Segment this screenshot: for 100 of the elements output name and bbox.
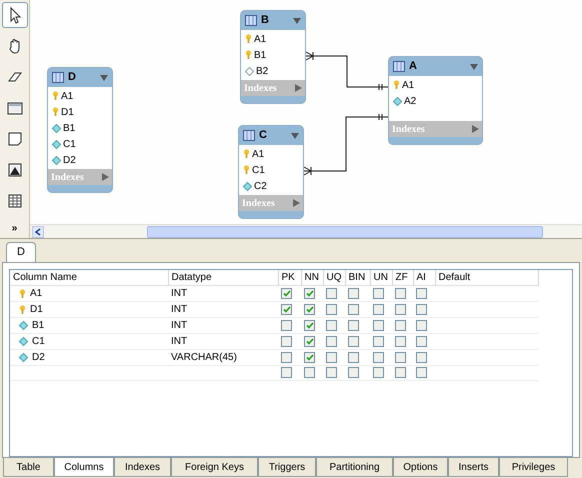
checkbox[interactable]: [281, 336, 292, 347]
table-cell[interactable]: B1: [13, 318, 165, 333]
indexes-label: Indexes: [242, 196, 275, 210]
table-card[interactable]: A A1 A2 Indexes: [388, 56, 483, 145]
tab[interactable]: Foreign Keys: [171, 458, 258, 477]
checkbox[interactable]: [416, 320, 427, 331]
column-name: B1: [254, 48, 266, 62]
column-header[interactable]: BIN: [345, 270, 370, 286]
table-cell[interactable]: INT: [171, 320, 188, 331]
checkbox[interactable]: [348, 367, 359, 378]
checkbox[interactable]: [395, 352, 406, 363]
table-card[interactable]: D A1 D1 B1 C1 D2 Indexes: [47, 67, 113, 193]
table-cell[interactable]: VARCHAR(45): [171, 352, 237, 363]
scrollbar-thumb[interactable]: [147, 226, 543, 238]
checkbox[interactable]: [304, 304, 315, 315]
column-header[interactable]: UN: [370, 270, 392, 286]
key-icon: [19, 288, 26, 298]
expand-icon: [293, 199, 300, 207]
checkbox[interactable]: [416, 304, 427, 315]
key-icon: [245, 34, 252, 44]
checkbox[interactable]: [304, 320, 315, 331]
more-tools-button[interactable]: »: [12, 221, 18, 236]
checkbox[interactable]: [326, 367, 337, 378]
checkbox[interactable]: [395, 304, 406, 315]
table-card[interactable]: C A1 C1 C2 Indexes: [238, 125, 304, 219]
checkbox[interactable]: [395, 320, 406, 331]
table-cell[interactable]: D2: [13, 350, 165, 365]
checkbox[interactable]: [304, 352, 315, 363]
checkbox[interactable]: [281, 304, 292, 315]
checkbox[interactable]: [281, 320, 292, 331]
checkbox[interactable]: [348, 352, 359, 363]
checkbox[interactable]: [416, 367, 427, 378]
column-header[interactable]: Datatype: [168, 270, 278, 286]
checkbox[interactable]: [348, 304, 359, 315]
table-icon: [393, 61, 405, 72]
table-name: A: [409, 59, 418, 74]
indexes-label: Indexes: [392, 122, 425, 136]
table-cell[interactable]: A1: [13, 286, 165, 301]
table-cell[interactable]: INT: [171, 304, 188, 315]
indexes-label: Indexes: [51, 170, 84, 184]
table-card[interactable]: B A1 B1 B2 Indexes: [240, 10, 306, 104]
checkbox[interactable]: [348, 320, 359, 331]
tab[interactable]: Table: [3, 458, 54, 477]
column-header[interactable]: Default: [435, 270, 538, 286]
tab[interactable]: Columns: [54, 458, 114, 477]
dropdown-icon: [470, 64, 478, 70]
checkbox[interactable]: [373, 288, 384, 299]
checkbox[interactable]: [304, 288, 315, 299]
checkbox[interactable]: [281, 352, 292, 363]
diamond-icon: [393, 96, 402, 106]
check-icon: [306, 322, 314, 329]
column-header[interactable]: PK: [278, 270, 301, 286]
checkbox[interactable]: [326, 288, 337, 299]
checkbox[interactable]: [373, 352, 384, 363]
tab[interactable]: Triggers: [258, 458, 316, 477]
tab[interactable]: Options: [393, 458, 448, 477]
checkbox[interactable]: [395, 288, 406, 299]
table-cell[interactable]: D1: [13, 302, 165, 317]
checkbox[interactable]: [416, 336, 427, 347]
checkbox[interactable]: [281, 288, 292, 299]
column-name: B1: [63, 122, 76, 136]
indexes-label: Indexes: [244, 82, 277, 96]
editor-tab[interactable]: D: [6, 242, 36, 262]
table-cell[interactable]: C1: [13, 334, 165, 349]
checkbox[interactable]: [304, 336, 315, 347]
checkbox[interactable]: [326, 320, 337, 331]
tool-button[interactable]: [2, 2, 28, 28]
checkbox[interactable]: [281, 367, 292, 378]
scroll-left-button[interactable]: [32, 226, 44, 238]
column-header[interactable]: AI: [413, 270, 435, 286]
checkbox[interactable]: [416, 288, 427, 299]
checkbox[interactable]: [348, 288, 359, 299]
checkbox[interactable]: [326, 304, 337, 315]
tab[interactable]: Partitioning: [316, 458, 393, 477]
checkbox[interactable]: [373, 320, 384, 331]
diamond-outline-icon: [245, 66, 254, 76]
tab[interactable]: Inserts: [448, 458, 499, 477]
checkbox[interactable]: [395, 336, 406, 347]
tab[interactable]: Privileges: [499, 458, 568, 477]
column-name: A1: [252, 148, 264, 162]
column-header[interactable]: UQ: [323, 270, 345, 286]
checkbox[interactable]: [373, 304, 384, 315]
checkbox[interactable]: [348, 336, 359, 347]
checkbox[interactable]: [373, 367, 384, 378]
column-name: C1: [252, 164, 265, 178]
column-header[interactable]: NN: [301, 270, 323, 286]
check-icon: [282, 290, 290, 297]
table-cell[interactable]: INT: [171, 336, 188, 347]
column-header[interactable]: Column Name: [10, 270, 168, 286]
checkbox[interactable]: [373, 336, 384, 347]
table-cell[interactable]: INT: [171, 288, 188, 299]
table-icon: [6, 192, 24, 210]
checkbox[interactable]: [304, 367, 315, 378]
checkbox[interactable]: [326, 352, 337, 363]
tab[interactable]: Indexes: [114, 458, 171, 477]
column-header[interactable]: ZF: [392, 270, 413, 286]
checkbox[interactable]: [395, 367, 406, 378]
checkbox[interactable]: [416, 352, 427, 363]
table-icon: [243, 130, 255, 141]
checkbox[interactable]: [326, 336, 337, 347]
